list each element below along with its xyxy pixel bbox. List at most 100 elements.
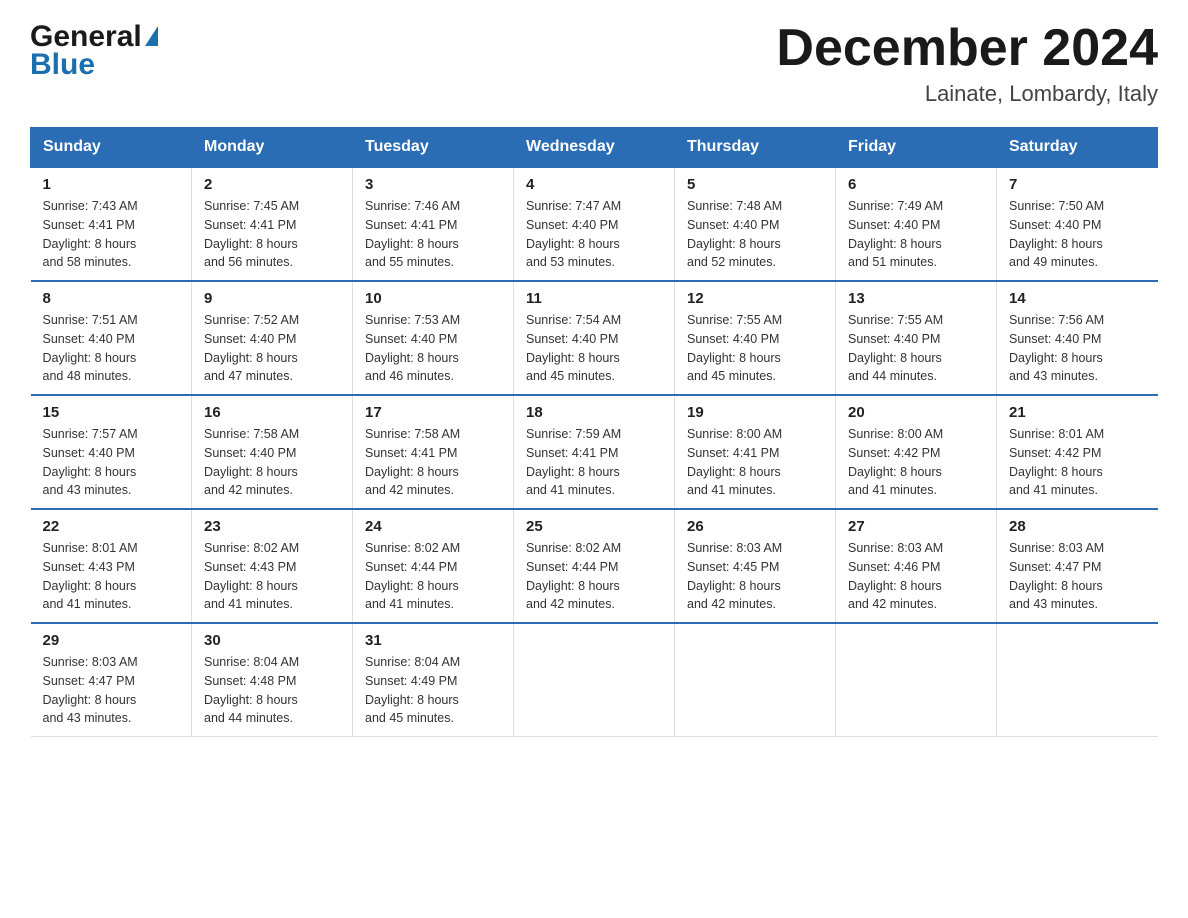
day-number: 15 [43, 404, 180, 421]
day-number: 23 [204, 518, 340, 535]
month-title: December 2024 [776, 20, 1158, 77]
table-row: 29 Sunrise: 8:03 AMSunset: 4:47 PMDaylig… [31, 623, 192, 737]
day-number: 17 [365, 404, 501, 421]
table-row: 13 Sunrise: 7:55 AMSunset: 4:40 PMDaylig… [836, 281, 997, 395]
day-info: Sunrise: 7:58 AMSunset: 4:40 PMDaylight:… [204, 425, 340, 500]
day-info: Sunrise: 8:00 AMSunset: 4:41 PMDaylight:… [687, 425, 823, 500]
day-number: 14 [1009, 290, 1146, 307]
day-info: Sunrise: 8:02 AMSunset: 4:43 PMDaylight:… [204, 539, 340, 614]
day-number: 25 [526, 518, 662, 535]
table-row: 9 Sunrise: 7:52 AMSunset: 4:40 PMDayligh… [192, 281, 353, 395]
day-number: 22 [43, 518, 180, 535]
day-info: Sunrise: 8:01 AMSunset: 4:43 PMDaylight:… [43, 539, 180, 614]
day-info: Sunrise: 8:02 AMSunset: 4:44 PMDaylight:… [365, 539, 501, 614]
day-info: Sunrise: 8:03 AMSunset: 4:45 PMDaylight:… [687, 539, 823, 614]
calendar-header-row: Sunday Monday Tuesday Wednesday Thursday… [31, 128, 1158, 168]
day-number: 7 [1009, 176, 1146, 193]
table-row: 10 Sunrise: 7:53 AMSunset: 4:40 PMDaylig… [353, 281, 514, 395]
table-row: 27 Sunrise: 8:03 AMSunset: 4:46 PMDaylig… [836, 509, 997, 623]
table-row: 2 Sunrise: 7:45 AMSunset: 4:41 PMDayligh… [192, 167, 353, 281]
day-info: Sunrise: 7:54 AMSunset: 4:40 PMDaylight:… [526, 311, 662, 386]
calendar-week-row: 22 Sunrise: 8:01 AMSunset: 4:43 PMDaylig… [31, 509, 1158, 623]
col-wednesday: Wednesday [514, 128, 675, 168]
day-number: 29 [43, 632, 180, 649]
table-row: 8 Sunrise: 7:51 AMSunset: 4:40 PMDayligh… [31, 281, 192, 395]
day-number: 3 [365, 176, 501, 193]
table-row: 23 Sunrise: 8:02 AMSunset: 4:43 PMDaylig… [192, 509, 353, 623]
table-row [997, 623, 1158, 737]
day-number: 12 [687, 290, 823, 307]
day-number: 24 [365, 518, 501, 535]
day-number: 28 [1009, 518, 1146, 535]
day-info: Sunrise: 7:55 AMSunset: 4:40 PMDaylight:… [848, 311, 984, 386]
day-number: 1 [43, 176, 180, 193]
table-row: 19 Sunrise: 8:00 AMSunset: 4:41 PMDaylig… [675, 395, 836, 509]
table-row: 22 Sunrise: 8:01 AMSunset: 4:43 PMDaylig… [31, 509, 192, 623]
day-info: Sunrise: 7:50 AMSunset: 4:40 PMDaylight:… [1009, 197, 1146, 272]
day-info: Sunrise: 7:45 AMSunset: 4:41 PMDaylight:… [204, 197, 340, 272]
day-info: Sunrise: 7:48 AMSunset: 4:40 PMDaylight:… [687, 197, 823, 272]
table-row: 16 Sunrise: 7:58 AMSunset: 4:40 PMDaylig… [192, 395, 353, 509]
col-tuesday: Tuesday [353, 128, 514, 168]
calendar-week-row: 8 Sunrise: 7:51 AMSunset: 4:40 PMDayligh… [31, 281, 1158, 395]
title-block: December 2024 Lainate, Lombardy, Italy [776, 20, 1158, 107]
table-row: 25 Sunrise: 8:02 AMSunset: 4:44 PMDaylig… [514, 509, 675, 623]
day-info: Sunrise: 7:49 AMSunset: 4:40 PMDaylight:… [848, 197, 984, 272]
day-info: Sunrise: 7:53 AMSunset: 4:40 PMDaylight:… [365, 311, 501, 386]
page-header: General Blue December 2024 Lainate, Lomb… [30, 20, 1158, 107]
table-row: 18 Sunrise: 7:59 AMSunset: 4:41 PMDaylig… [514, 395, 675, 509]
day-info: Sunrise: 7:52 AMSunset: 4:40 PMDaylight:… [204, 311, 340, 386]
day-number: 18 [526, 404, 662, 421]
day-info: Sunrise: 7:47 AMSunset: 4:40 PMDaylight:… [526, 197, 662, 272]
table-row [514, 623, 675, 737]
calendar-week-row: 15 Sunrise: 7:57 AMSunset: 4:40 PMDaylig… [31, 395, 1158, 509]
day-number: 20 [848, 404, 984, 421]
day-number: 16 [204, 404, 340, 421]
day-info: Sunrise: 7:43 AMSunset: 4:41 PMDaylight:… [43, 197, 180, 272]
day-info: Sunrise: 7:46 AMSunset: 4:41 PMDaylight:… [365, 197, 501, 272]
table-row: 5 Sunrise: 7:48 AMSunset: 4:40 PMDayligh… [675, 167, 836, 281]
table-row: 7 Sunrise: 7:50 AMSunset: 4:40 PMDayligh… [997, 167, 1158, 281]
table-row: 1 Sunrise: 7:43 AMSunset: 4:41 PMDayligh… [31, 167, 192, 281]
day-number: 31 [365, 632, 501, 649]
day-number: 13 [848, 290, 984, 307]
table-row [675, 623, 836, 737]
table-row: 11 Sunrise: 7:54 AMSunset: 4:40 PMDaylig… [514, 281, 675, 395]
calendar-week-row: 1 Sunrise: 7:43 AMSunset: 4:41 PMDayligh… [31, 167, 1158, 281]
logo-triangle-icon [145, 26, 158, 46]
day-info: Sunrise: 8:00 AMSunset: 4:42 PMDaylight:… [848, 425, 984, 500]
day-info: Sunrise: 8:04 AMSunset: 4:48 PMDaylight:… [204, 653, 340, 728]
table-row: 30 Sunrise: 8:04 AMSunset: 4:48 PMDaylig… [192, 623, 353, 737]
calendar-week-row: 29 Sunrise: 8:03 AMSunset: 4:47 PMDaylig… [31, 623, 1158, 737]
table-row: 26 Sunrise: 8:03 AMSunset: 4:45 PMDaylig… [675, 509, 836, 623]
table-row: 31 Sunrise: 8:04 AMSunset: 4:49 PMDaylig… [353, 623, 514, 737]
day-number: 21 [1009, 404, 1146, 421]
day-info: Sunrise: 7:59 AMSunset: 4:41 PMDaylight:… [526, 425, 662, 500]
col-monday: Monday [192, 128, 353, 168]
logo-blue-text: Blue [30, 48, 95, 82]
table-row: 17 Sunrise: 7:58 AMSunset: 4:41 PMDaylig… [353, 395, 514, 509]
logo: General Blue [30, 20, 158, 82]
day-info: Sunrise: 8:03 AMSunset: 4:46 PMDaylight:… [848, 539, 984, 614]
table-row: 3 Sunrise: 7:46 AMSunset: 4:41 PMDayligh… [353, 167, 514, 281]
col-thursday: Thursday [675, 128, 836, 168]
day-number: 6 [848, 176, 984, 193]
day-number: 11 [526, 290, 662, 307]
location-text: Lainate, Lombardy, Italy [776, 81, 1158, 107]
day-number: 30 [204, 632, 340, 649]
day-number: 9 [204, 290, 340, 307]
col-friday: Friday [836, 128, 997, 168]
day-number: 10 [365, 290, 501, 307]
day-number: 27 [848, 518, 984, 535]
col-saturday: Saturday [997, 128, 1158, 168]
table-row: 21 Sunrise: 8:01 AMSunset: 4:42 PMDaylig… [997, 395, 1158, 509]
day-info: Sunrise: 7:55 AMSunset: 4:40 PMDaylight:… [687, 311, 823, 386]
table-row: 4 Sunrise: 7:47 AMSunset: 4:40 PMDayligh… [514, 167, 675, 281]
day-number: 4 [526, 176, 662, 193]
table-row: 6 Sunrise: 7:49 AMSunset: 4:40 PMDayligh… [836, 167, 997, 281]
day-info: Sunrise: 8:03 AMSunset: 4:47 PMDaylight:… [1009, 539, 1146, 614]
day-number: 19 [687, 404, 823, 421]
table-row [836, 623, 997, 737]
day-number: 2 [204, 176, 340, 193]
calendar-table: Sunday Monday Tuesday Wednesday Thursday… [30, 127, 1158, 737]
